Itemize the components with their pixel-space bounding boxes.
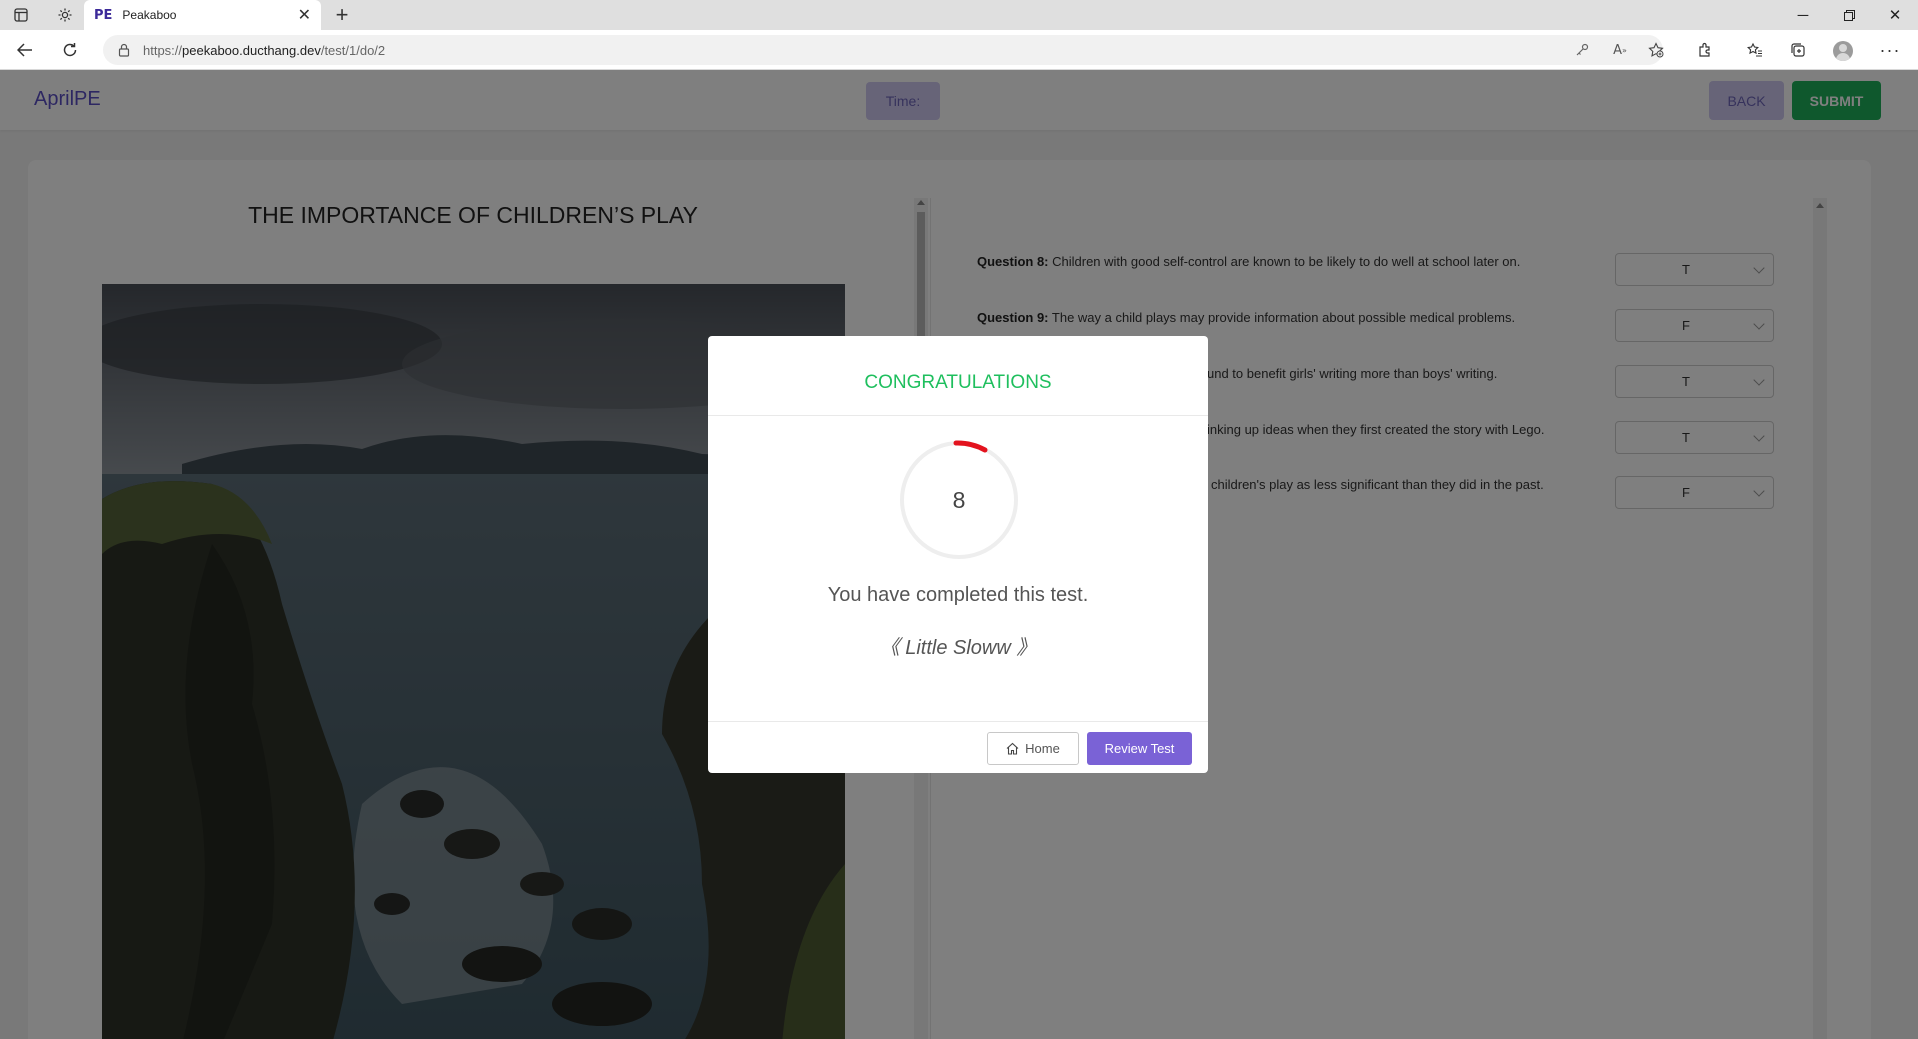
more-options-icon[interactable]: ···	[1876, 36, 1904, 64]
read-aloud-icon[interactable]: A»	[1608, 36, 1632, 64]
back-arrow-icon[interactable]	[10, 36, 40, 64]
extensions-icon[interactable]	[1691, 36, 1719, 64]
score-value: 8	[952, 486, 966, 513]
modal-title: CONGRATULATIONS	[864, 371, 1052, 393]
address-bar[interactable]: https://peekaboo.ducthang.dev/test/1/do/…	[103, 35, 1663, 65]
completion-message: You have completed this test.	[827, 584, 1089, 606]
add-favorite-icon[interactable]	[1644, 36, 1668, 64]
collections-icon[interactable]	[1784, 36, 1812, 64]
browser-tab[interactable]: PE Peakaboo ✕	[84, 0, 321, 30]
home-icon	[1006, 742, 1019, 755]
browser-tab-bar: PE Peakaboo ✕ + ─ ✕	[0, 0, 1918, 30]
gear-icon[interactable]	[50, 3, 80, 27]
home-button[interactable]: Home	[987, 732, 1079, 765]
home-button-label: Home	[1025, 741, 1060, 756]
close-window-icon[interactable]: ✕	[1872, 0, 1918, 30]
review-test-button[interactable]: Review Test	[1087, 732, 1192, 765]
lock-icon[interactable]	[117, 43, 131, 57]
browser-toolbar: https://peekaboo.ducthang.dev/test/1/do/…	[0, 30, 1918, 70]
tab-actions-icon[interactable]	[6, 3, 36, 27]
result-modal: CONGRATULATIONS 8 You have completed thi…	[708, 336, 1208, 773]
key-icon[interactable]	[1570, 36, 1594, 64]
tab-title: Peakaboo	[122, 8, 177, 22]
modal-header: CONGRATULATIONS	[708, 336, 1208, 416]
favorites-icon[interactable]	[1741, 36, 1769, 64]
modal-footer: Home Review Test	[708, 721, 1208, 773]
new-tab-icon[interactable]: +	[328, 3, 356, 27]
profile-avatar[interactable]	[1833, 41, 1853, 61]
url-text: https://peekaboo.ducthang.dev/test/1/do/…	[143, 42, 386, 58]
minimize-icon[interactable]: ─	[1780, 0, 1826, 30]
refresh-icon[interactable]	[55, 36, 85, 64]
close-tab-icon[interactable]: ✕	[298, 5, 311, 25]
rank-label: 《 Little Sloww 》	[879, 637, 1037, 659]
restore-icon[interactable]	[1826, 0, 1872, 30]
tab-favicon: PE	[94, 7, 113, 23]
